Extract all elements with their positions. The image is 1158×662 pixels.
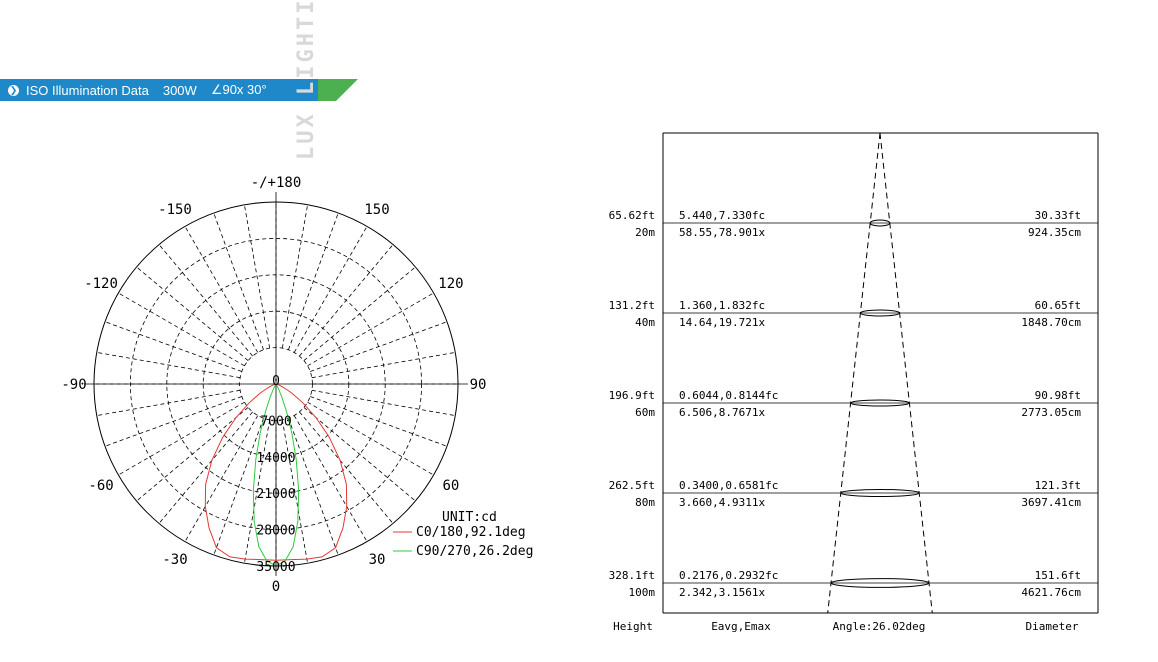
polar-angle-label: -120 — [84, 276, 118, 292]
cone-height-ft: 65.62ft — [609, 209, 655, 222]
banner-text: ❯ ISO Illumination Data 300W ∠90x 30° — [8, 79, 267, 101]
polar-unit-label: UNIT:cd — [442, 510, 497, 525]
polar-grid-spoke — [104, 396, 242, 447]
polar-radial-label: 28000 — [256, 524, 295, 539]
cone-height-ft: 262.5ft — [609, 479, 655, 492]
polar-angle-label: 120 — [438, 276, 463, 292]
polar-radial-label: 7000 — [260, 414, 291, 429]
polar-grid-spoke — [293, 415, 368, 542]
cone-height-ft: 328.1ft — [609, 569, 655, 582]
cone-illuminance-lx: 6.506,8.7671x — [679, 406, 765, 419]
polar-angle-label: -60 — [88, 478, 113, 494]
cone-frame — [662, 132, 1099, 614]
polar-grid-spoke — [118, 292, 245, 367]
cone-illuminance-lx: 58.55,78.901x — [679, 226, 765, 239]
polar-grid-spoke — [184, 415, 259, 542]
polar-angle-label: 30 — [369, 552, 386, 568]
cone-diameter-cm: 924.35cm — [1028, 226, 1081, 239]
banner-angle: ∠90x 30° — [210, 82, 267, 97]
cone-diameter-ft: 60.65ft — [1035, 299, 1081, 312]
circle-chevron-right-icon: ❯ — [8, 84, 19, 96]
cone-height-ft: 131.2ft — [609, 299, 655, 312]
polar-angle-label: 90 — [470, 377, 487, 393]
polar-grid-spoke — [213, 212, 264, 350]
cone-column-label: Diameter — [1026, 620, 1079, 633]
cone-illuminance-lx: 3.660,4.9311x — [679, 496, 765, 509]
cone-illuminance-fc: 0.2176,0.2932fc — [679, 569, 778, 582]
polar-grid-spoke — [310, 396, 448, 447]
polar-angle-label: 60 — [443, 478, 460, 494]
cone-height-m: 40m — [635, 316, 655, 329]
polar-angle-label: -30 — [162, 552, 187, 568]
cone-diameter-cm: 1848.70cm — [1021, 316, 1081, 329]
polar-angle-label: 0 — [272, 579, 280, 595]
polar-grid-spoke — [288, 418, 339, 556]
polar-grid-spoke — [244, 204, 271, 349]
polar-grid-spoke — [136, 266, 249, 361]
cone-column-label: Angle:26.02deg — [833, 620, 926, 633]
polar-legend: UNIT:cdC0/180,92.1deg C90/270,26.2deg — [393, 510, 533, 559]
polar-radial-label: 14000 — [256, 451, 295, 466]
cone-illuminance-fc: 1.360,1.832fc — [679, 299, 765, 312]
cone-illuminance-fc: 5.440,7.330fc — [679, 209, 765, 222]
polar-grid-spoke — [299, 244, 394, 357]
cone-illuminance-lx: 14.64,19.721x — [679, 316, 765, 329]
cone-illuminance-lx: 2.342,3.1561x — [679, 586, 765, 599]
polar-grid-spoke — [104, 321, 242, 372]
cone-diameter-ft: 151.6ft — [1035, 569, 1081, 582]
cone-diameter-ft: 90.98ft — [1035, 389, 1081, 402]
polar-grid-spoke — [311, 352, 456, 379]
cone-diameter-cm: 3697.41cm — [1021, 496, 1081, 509]
polar-grid-spoke — [293, 226, 368, 353]
cone-height-m: 60m — [635, 406, 655, 419]
polar-grid-spoke — [288, 212, 339, 350]
cone-footer: Height Eavg,Emax Angle:26.02deg Diameter — [613, 620, 1079, 633]
cone-column-label: Eavg,Emax — [711, 620, 771, 633]
banner-power: 300W — [162, 82, 197, 98]
polar-intensity-chart: -/+180 150 120 90 60 30 0 -30 -60 -90 -120 -150 0 700… — [61, 175, 533, 595]
cone-illuminance-fc: 0.6044,0.8144fc — [679, 389, 778, 402]
polar-grid-spoke — [158, 244, 253, 357]
cone-height-m: 20m — [635, 226, 655, 239]
polar-radial-label: 35000 — [256, 560, 295, 575]
polar-grid-spoke — [281, 204, 308, 349]
watermark-text: LUX LIGHTING — [294, 0, 319, 160]
polar-grid-spoke — [311, 389, 456, 416]
cone-height-m: 80m — [635, 496, 655, 509]
polar-radial-label: 21000 — [256, 487, 295, 502]
polar-grid-spoke — [307, 401, 434, 476]
cone-height-ft: 196.9ft — [609, 389, 655, 402]
polar-angle-label: 150 — [364, 202, 389, 218]
polar-grid-spoke — [118, 401, 245, 476]
polar-grid-spoke — [307, 292, 434, 367]
cone-illuminance-chart: 65.62ft 20m 5.440,7.330fc 58.55,78.901x 30.3… — [609, 132, 1099, 633]
cone-height-m: 100m — [629, 586, 656, 599]
polar-grid-spoke — [303, 266, 416, 361]
polar-grid-spoke — [303, 407, 416, 502]
polar-angle-label: -150 — [158, 202, 192, 218]
cone-edge-right — [879, 132, 933, 614]
polar-grid-spoke — [96, 352, 241, 379]
polar-angle-label: -90 — [61, 377, 86, 393]
polar-grid-spoke — [96, 389, 241, 416]
polar-radial-label: 0 — [272, 374, 280, 389]
cone-column-label: Height — [613, 620, 653, 633]
banner-title: ISO Illumination Data — [26, 82, 149, 98]
cone-illuminance-fc: 0.3400,0.6581fc — [679, 479, 778, 492]
cone-diameter-ft: 30.33ft — [1035, 209, 1081, 222]
polar-angle-label: -/+180 — [251, 175, 302, 191]
legend-label: C0/180,92.1deg — [416, 525, 526, 540]
legend-label: C90/270,26.2deg — [416, 544, 533, 559]
cone-diameter-cm: 4621.76cm — [1021, 586, 1081, 599]
cone-diameter-ft: 121.3ft — [1035, 479, 1081, 492]
cone-edge-left — [827, 132, 881, 614]
cone-diameter-cm: 2773.05cm — [1021, 406, 1081, 419]
polar-grid-spoke — [310, 321, 448, 372]
cone-rows: 65.62ft 20m 5.440,7.330fc 58.55,78.901x 30.3… — [609, 209, 1098, 599]
polar-grid-spoke — [136, 407, 249, 502]
polar-grid-spoke — [184, 226, 259, 353]
